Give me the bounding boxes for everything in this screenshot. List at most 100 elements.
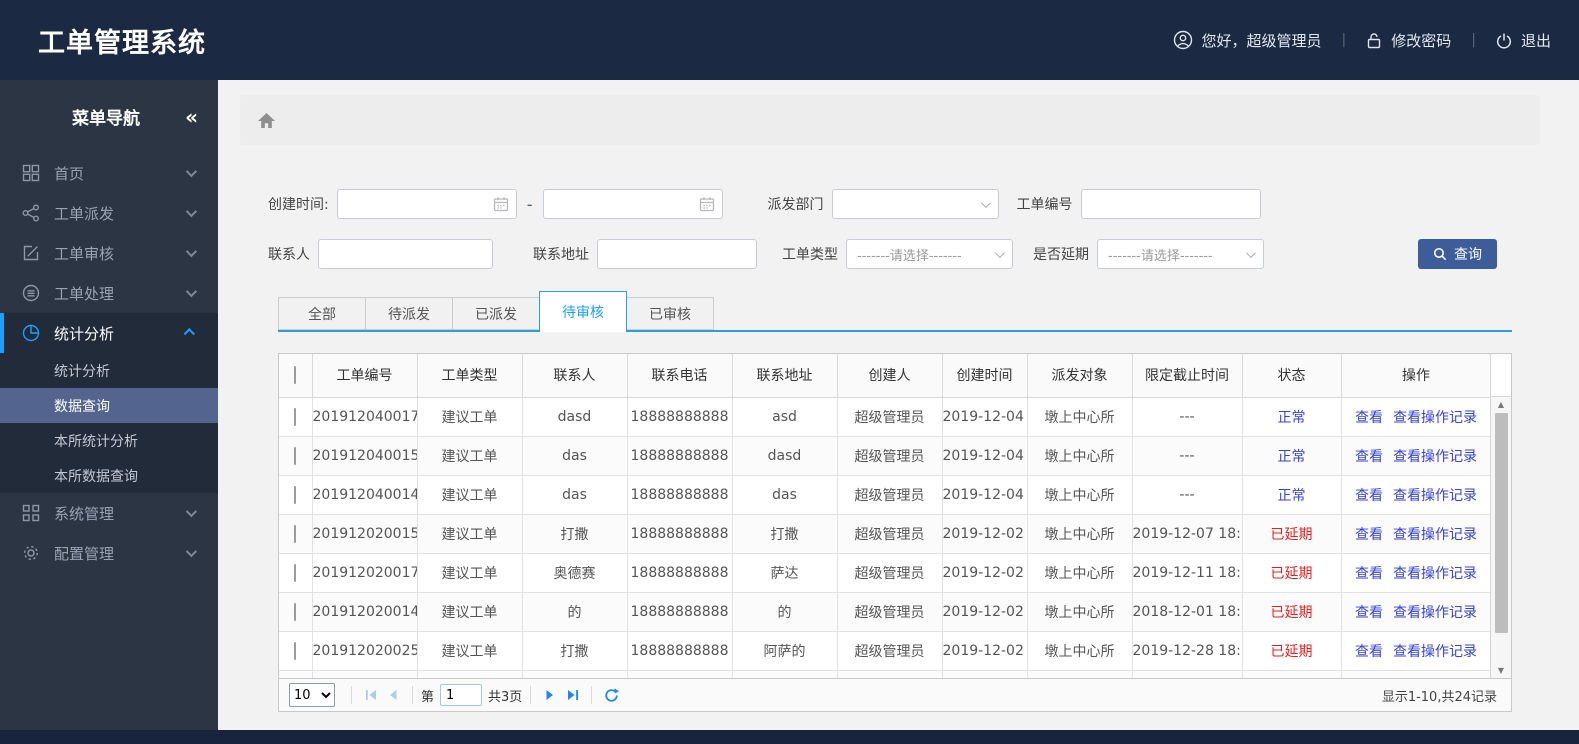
cell-phone: 18888888888 <box>626 435 733 476</box>
cell-target: 墩上中心所 <box>1026 435 1133 476</box>
view-log-link[interactable]: 查看操作记录 <box>1393 410 1477 426</box>
cell-deadline: --- <box>1131 474 1243 515</box>
change-password-button[interactable]: 修改密码 <box>1366 30 1451 51</box>
tab-pending-dispatch[interactable]: 待派发 <box>365 297 453 330</box>
order-no-input[interactable] <box>1080 189 1261 219</box>
date-range-separator: - <box>526 194 533 214</box>
tab-reviewed[interactable]: 已审核 <box>626 297 714 330</box>
logout-button[interactable]: 退出 <box>1496 30 1551 51</box>
row-checkbox[interactable] <box>294 563 297 582</box>
pie-chart-icon <box>21 324 40 342</box>
edit-icon <box>21 244 40 262</box>
table-row: 201912020014C建议工单的18888888888的超级管理员2019-… <box>279 591 1490 632</box>
create-time-end-input[interactable] <box>542 189 723 219</box>
view-log-link[interactable]: 查看操作记录 <box>1393 449 1477 465</box>
tab-pending-review[interactable]: 待审核 <box>539 291 627 332</box>
top-header: 工单管理系统 您好，超级管理员 | 修改密码 | 退出 <box>0 0 1579 80</box>
row-checkbox[interactable] <box>294 485 297 504</box>
cell-actions: 查看 查看操作记录 <box>1340 591 1490 632</box>
scrollbar-thumb[interactable] <box>1495 413 1508 633</box>
table-row: 201912040017C建议工单dasd18888888888asd超级管理员… <box>279 396 1490 437</box>
column-header: 创建人 <box>836 354 943 398</box>
cell-empty <box>626 669 733 678</box>
view-log-link[interactable]: 查看操作记录 <box>1393 527 1477 543</box>
cell-order-no: 201912020025C <box>311 630 418 671</box>
contact-input[interactable] <box>318 239 493 269</box>
view-link[interactable]: 查看 <box>1355 488 1383 504</box>
page-size-select[interactable]: 10 <box>289 683 335 707</box>
table-row <box>279 669 1490 678</box>
calendar-icon[interactable] <box>493 196 509 212</box>
view-link[interactable]: 查看 <box>1355 644 1383 660</box>
next-page-button[interactable] <box>539 684 561 706</box>
delay-select[interactable]: -------请选择------- <box>1097 239 1264 269</box>
cell-target: 墩上中心所 <box>1026 552 1133 593</box>
cell-empty <box>1026 669 1133 678</box>
cell-phone: 18888888888 <box>626 513 733 554</box>
view-log-link[interactable]: 查看操作记录 <box>1393 644 1477 660</box>
row-checkbox[interactable] <box>294 602 297 621</box>
vertical-scrollbar[interactable]: ▲ ▼ <box>1490 397 1511 678</box>
sidebar-collapse-icon[interactable]: « <box>185 105 198 129</box>
view-link[interactable]: 查看 <box>1355 605 1383 621</box>
search-icon <box>1433 247 1447 261</box>
home-icon[interactable] <box>257 112 276 129</box>
sidebar-subitem-stats-analysis-sub[interactable]: 统计分析 <box>0 353 218 388</box>
view-log-link[interactable]: 查看操作记录 <box>1393 488 1477 504</box>
sidebar-subitem-local-data-query[interactable]: 本所数据查询 <box>0 458 218 493</box>
calendar-icon[interactable] <box>699 196 715 212</box>
dispatch-dept-select[interactable] <box>831 189 999 219</box>
status-badge: 正常 <box>1277 487 1306 504</box>
sidebar-item-system-mgmt[interactable]: 系统管理 <box>0 493 218 533</box>
sidebar-item-order-dispatch[interactable]: 工单派发 <box>0 193 218 233</box>
select-all-checkbox[interactable] <box>294 366 297 385</box>
cell-status: 正常 <box>1241 435 1342 476</box>
scroll-up-icon[interactable]: ▲ <box>1491 400 1511 409</box>
sidebar-subitem-local-stats-analysis[interactable]: 本所统计分析 <box>0 423 218 458</box>
sidebar-item-order-process[interactable]: 工单处理 <box>0 273 218 313</box>
user-greeting[interactable]: 您好，超级管理员 <box>1173 30 1322 51</box>
cell-status: 正常 <box>1241 396 1342 437</box>
sidebar-item-stats-analysis[interactable]: 统计分析 <box>0 313 218 353</box>
delay-value: -------请选择------- <box>1108 248 1213 264</box>
search-button[interactable]: 查询 <box>1418 239 1497 269</box>
cell-deadline: 2019-12-11 18:16 <box>1131 552 1243 593</box>
table-body: 201912040017C建议工单dasd18888888888asd超级管理员… <box>279 396 1490 678</box>
cell-create-time: 2019-12-02 17 <box>941 552 1028 593</box>
view-link[interactable]: 查看 <box>1355 527 1383 543</box>
order-type-select[interactable]: -------请选择------- <box>846 239 1013 269</box>
row-checkbox[interactable] <box>294 446 297 465</box>
table-row: 201912040014C建议工单das18888888888das超级管理员2… <box>279 474 1490 515</box>
prev-page-button[interactable] <box>382 684 404 706</box>
cell-creator: 超级管理员 <box>836 630 943 671</box>
sidebar-item-home[interactable]: 首页 <box>0 153 218 193</box>
tab-dispatched[interactable]: 已派发 <box>452 297 540 330</box>
address-input[interactable] <box>597 239 757 269</box>
last-page-button[interactable] <box>561 684 583 706</box>
view-log-link[interactable]: 查看操作记录 <box>1393 566 1477 582</box>
view-link[interactable]: 查看 <box>1355 566 1383 582</box>
sidebar-subitem-data-query[interactable]: 数据查询 <box>0 388 218 423</box>
view-log-link[interactable]: 查看操作记录 <box>1393 605 1477 621</box>
tab-all[interactable]: 全部 <box>278 297 366 330</box>
refresh-button[interactable] <box>600 684 622 706</box>
create-time-start-input[interactable] <box>336 189 517 219</box>
sidebar-item-config-mgmt[interactable]: 配置管理 <box>0 533 218 573</box>
row-checkbox[interactable] <box>294 407 297 426</box>
cell-empty <box>416 669 523 678</box>
sidebar-item-order-review[interactable]: 工单审核 <box>0 233 218 273</box>
row-checkbox[interactable] <box>294 641 297 660</box>
scroll-down-icon[interactable]: ▼ <box>1491 666 1511 675</box>
chevron-down-icon <box>185 205 198 218</box>
sidebar-item-label: 工单审核 <box>54 244 115 263</box>
current-page-input[interactable] <box>440 684 483 706</box>
view-link[interactable]: 查看 <box>1355 449 1383 465</box>
view-link[interactable]: 查看 <box>1355 410 1383 426</box>
cell-address: 打撒 <box>731 513 838 554</box>
chevron-down-icon <box>1245 247 1256 258</box>
search-button-label: 查询 <box>1454 247 1482 263</box>
pagination-bar: 10 第 共3页 <box>279 678 1511 711</box>
first-page-button[interactable] <box>360 684 382 706</box>
row-checkbox[interactable] <box>294 524 297 543</box>
cell-type: 建议工单 <box>416 474 523 515</box>
